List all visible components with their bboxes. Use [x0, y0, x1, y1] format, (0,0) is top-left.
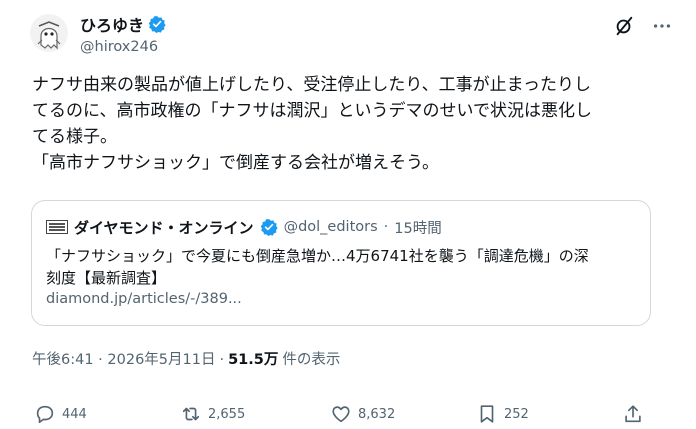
share-button[interactable] [622, 400, 644, 428]
reply-count: 444 [62, 406, 87, 422]
like-count: 8,632 [358, 406, 396, 422]
repost-icon [182, 407, 200, 421]
repost-button[interactable]: 2,655 [180, 400, 245, 428]
author-display-name[interactable]: ひろゆき [80, 12, 144, 36]
more-dots-icon [653, 24, 671, 28]
author-handle[interactable]: @hirox246 [80, 39, 166, 55]
quoted-post-link[interactable]: diamond.jp/articles/-/389... [46, 291, 242, 307]
bookmark-button[interactable]: 252 [476, 400, 529, 428]
meta-separator: · [219, 352, 225, 368]
grok-button[interactable] [612, 14, 636, 38]
bookmark-count: 252 [504, 406, 529, 422]
share-icon [625, 405, 641, 423]
verified-badge-icon [148, 15, 166, 33]
like-button[interactable]: 8,632 [330, 400, 395, 428]
quoted-post-card[interactable]: ダイヤモンド・オンライン @dol_editors · 15時間 「ナフサショッ… [31, 200, 651, 326]
quoted-post-header: ダイヤモンド・オンライン @dol_editors · 15時間 [46, 216, 442, 238]
post-meta: 午後6:41 · 2026年5月11日 · 51.5万 件の表示 [32, 348, 340, 369]
reply-button[interactable]: 444 [34, 400, 87, 428]
grok-icon [616, 16, 633, 36]
quoted-post-time: 15時間 [394, 220, 442, 237]
heart-icon [332, 406, 350, 423]
header-actions [612, 14, 674, 38]
views-count: 51.5万 [228, 352, 279, 368]
quoted-separator: · [383, 219, 389, 235]
reply-icon [36, 405, 54, 424]
repost-count: 2,655 [208, 406, 246, 422]
action-bar: 444 2,655 8,632 252 [0, 400, 696, 428]
author-name-row: ひろゆき [80, 13, 166, 35]
quoted-verified-badge-icon [260, 218, 278, 236]
post-text: ナフサ由来の製品が値上げしたり、受注停止したり、工事が止まったりし てるのに、高… [32, 75, 592, 173]
more-button[interactable] [650, 14, 674, 38]
views-label: 件の表示 [282, 352, 341, 368]
post-container: ひろゆき @hirox246 ナフサ由来の製品が値上げしたり、受注停止したり、工… [0, 0, 696, 429]
avatar[interactable] [30, 14, 68, 52]
quoted-post-text: 「ナフサショック」で今夏にも倒産急増か…4万6741社を襲う「調達危機」の深 刻… [46, 247, 589, 287]
diamond-logo-icon [46, 220, 68, 234]
author-block: ひろゆき @hirox246 [80, 13, 166, 55]
avatar-ghost-icon [30, 14, 68, 52]
quoted-author-handle: @dol_editors [283, 219, 378, 235]
post-timestamp[interactable]: 午後6:41 · 2026年5月11日 [32, 348, 215, 369]
bookmark-icon [480, 405, 494, 423]
quoted-author-name: ダイヤモンド・オンライン [74, 218, 254, 237]
